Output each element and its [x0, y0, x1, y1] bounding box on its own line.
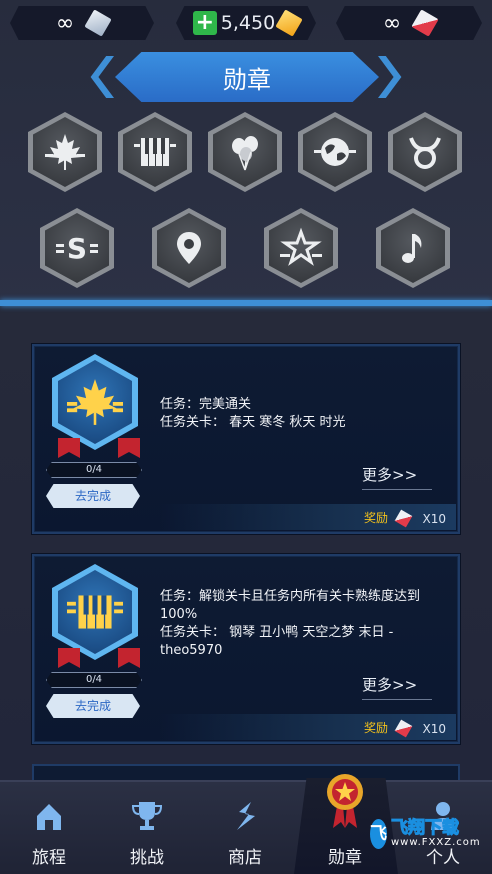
progress-bar: 0/4 [46, 462, 142, 478]
task-levels-line: 任务关卡： 春天 寒冬 秋天 时光 [160, 415, 346, 430]
s-letter-icon: S [56, 232, 98, 265]
house-icon [37, 804, 61, 830]
go-complete-button[interactable]: 去完成 [46, 694, 140, 718]
task-levels-line: 任务关卡： 钢琴 丑小鸭 天空之梦 末日 - theo5970 [160, 625, 394, 658]
piano-icon [134, 138, 176, 166]
page-title-banner: 勋章 [115, 52, 379, 102]
red-cube-icon [411, 9, 439, 37]
watermark-url: www.FXXZ.com [391, 837, 481, 848]
bottom-nav: 旅程 挑战 商店 勋章 个人 飞 飞翔下载 www.FXXZ.com [0, 774, 492, 874]
nav-label: 旅程 [32, 848, 66, 868]
watermark: 飞 飞翔下载 www.FXXZ.com [370, 816, 480, 852]
task-description: 任务：解锁关卡且任务内所有关卡熟练度达到100% 任务关卡： 钢琴 丑小鸭 天空… [160, 588, 445, 660]
ribbon-right [118, 648, 140, 668]
reward-label: 奖励 [363, 721, 388, 735]
lives-counter[interactable]: ∞ [10, 6, 154, 40]
piano-icon [67, 595, 123, 629]
infinity-value: ∞ [55, 10, 74, 36]
task-line: 任务：解锁关卡且任务内所有关卡熟练度达到100% [160, 589, 421, 622]
reward-label: 奖励 [363, 511, 388, 525]
more-link[interactable]: 更多>> [362, 674, 432, 700]
taurus-icon [409, 137, 441, 169]
watermark-text: 飞翔下载 [391, 818, 460, 838]
ribbon-right [118, 438, 140, 458]
gems-counter[interactable]: ∞ [336, 6, 482, 40]
ribbon-left [58, 438, 80, 458]
medal-task-card: 0/4 去完成 任务：完美通关 任务关卡： 春天 寒冬 秋天 时光 更多>> 奖… [32, 344, 460, 534]
progress-bar: 0/4 [46, 672, 142, 688]
location-pin-icon [177, 232, 201, 264]
star-icon [280, 227, 322, 266]
diamond-cube-icon [84, 9, 112, 37]
nav-challenge[interactable]: 挑战 [98, 784, 196, 874]
go-complete-button[interactable]: 去完成 [46, 484, 140, 508]
nav-label: 挑战 [130, 848, 164, 868]
trophy-icon [131, 802, 163, 830]
divider-line [0, 300, 492, 306]
watermark-logo: 飞 [370, 819, 387, 849]
gold-counter[interactable]: + 5,450 [176, 6, 316, 40]
medal-task-card: 0/4 去完成 任务：解锁关卡且任务内所有关卡熟练度达到100% 任务关卡： 钢… [32, 554, 460, 744]
card-medal-badge [52, 354, 138, 450]
music-note-icon [402, 234, 422, 263]
more-link[interactable]: 更多>> [362, 464, 432, 490]
task-line: 任务：完美通关 [160, 397, 252, 412]
ribbon-left [58, 648, 80, 668]
task-description: 任务：完美通关 任务关卡： 春天 寒冬 秋天 时光 [160, 396, 445, 432]
gold-amount: 5,450 [220, 12, 276, 34]
globe-icon [314, 138, 356, 166]
progress-text: 0/4 [85, 464, 103, 475]
card-medal-badge [52, 564, 138, 660]
nav-label: 商店 [228, 848, 262, 868]
maple-leaf-icon [45, 134, 85, 170]
reward-count: X10 [422, 512, 447, 526]
balloons-icon [232, 136, 258, 171]
progress-text: 0/4 [85, 674, 103, 685]
add-gold-icon[interactable]: + [192, 11, 217, 35]
infinity-value: ∞ [382, 10, 401, 36]
gold-cube-icon [275, 9, 303, 37]
maple-leaf-icon [67, 379, 123, 425]
nav-journey[interactable]: 旅程 [0, 784, 98, 874]
nav-shop[interactable]: 商店 [196, 784, 294, 874]
medal-icon [327, 774, 363, 828]
page-title: 勋章 [223, 65, 271, 94]
svg-text:S: S [67, 232, 87, 265]
shop-icon [237, 802, 255, 830]
reward-count: X10 [422, 722, 447, 736]
